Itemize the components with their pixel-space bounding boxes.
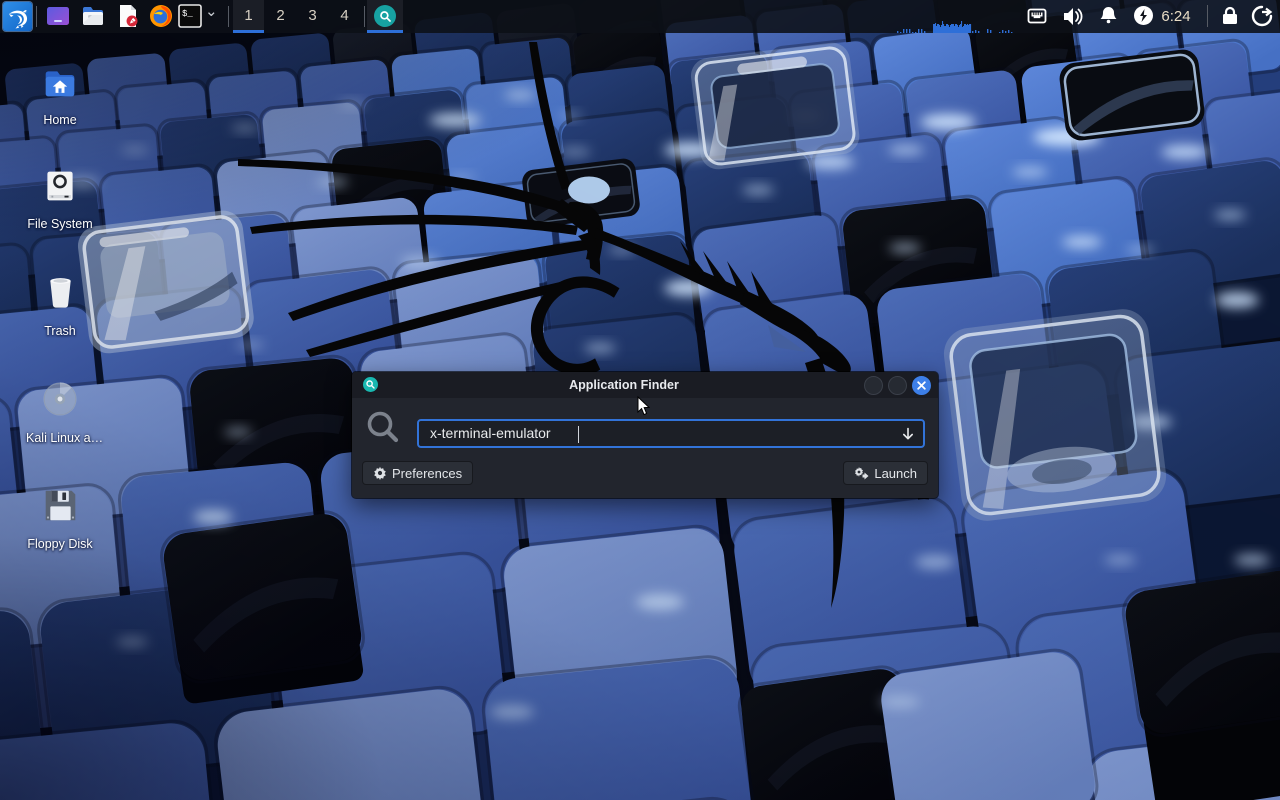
svg-text:$_: $_	[182, 9, 193, 19]
